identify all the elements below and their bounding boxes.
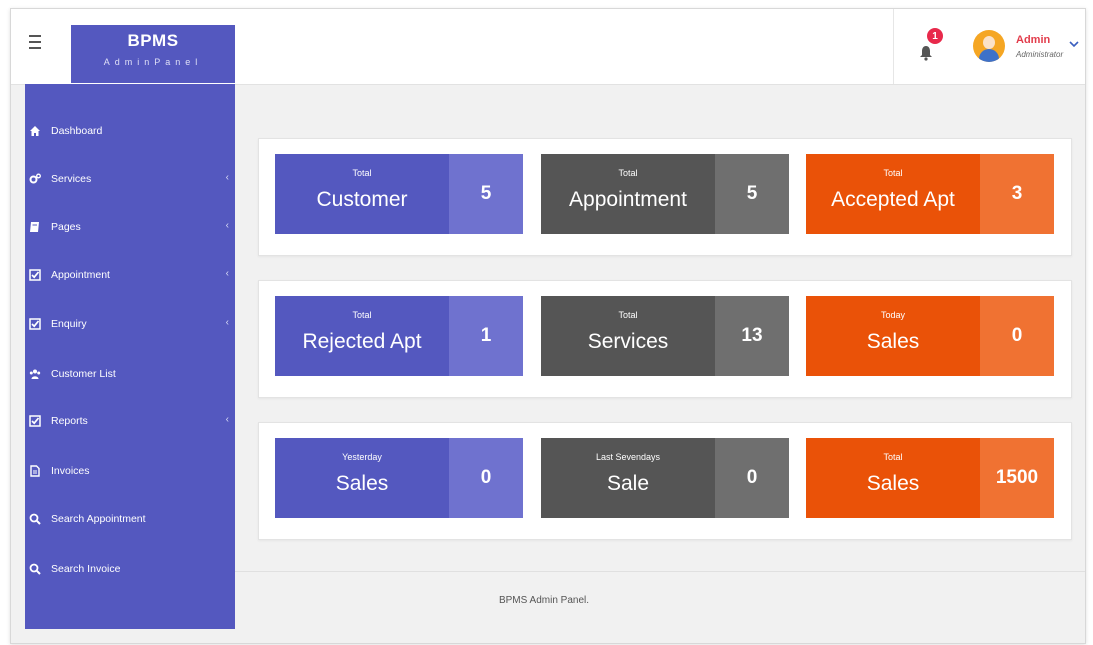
chevron-left-icon: ‹ bbox=[225, 317, 229, 328]
stat-card-title: Sale bbox=[606, 472, 650, 495]
stat-card-value: 13 bbox=[715, 296, 789, 376]
cogs-icon bbox=[29, 173, 41, 185]
sidebar-item-enquiry[interactable]: Enquiry ‹ bbox=[25, 313, 235, 335]
stat-card-caption: Yesterday bbox=[342, 452, 382, 462]
sidebar-item-label: Enquiry bbox=[51, 318, 87, 330]
sidebar-item-search-appointment[interactable]: Search Appointment bbox=[25, 508, 235, 530]
stat-card-caption: Total bbox=[883, 168, 903, 178]
sidebar: Dashboard Services ‹ Pages ‹ Appointment… bbox=[25, 84, 235, 629]
stat-card-caption: Last Sevendays bbox=[595, 452, 661, 462]
stat-card-value: 0 bbox=[715, 438, 789, 518]
sidebar-item-search-invoice[interactable]: Search Invoice bbox=[25, 558, 235, 580]
stats-panel-2: Total Rejected Apt 1 Total Services 13 Tod… bbox=[258, 280, 1072, 398]
stat-card-total-sales[interactable]: Total Sales 1500 bbox=[806, 438, 1054, 518]
sidebar-item-invoices[interactable]: Invoices bbox=[25, 460, 235, 482]
sidebar-item-label: Search Appointment bbox=[51, 513, 146, 525]
check-square-icon bbox=[29, 318, 41, 330]
stat-card-title: Appointment bbox=[569, 188, 687, 211]
stat-card-value: 1 bbox=[449, 296, 523, 376]
sidebar-item-label: Reports bbox=[51, 415, 88, 427]
sidebar-item-label: Search Invoice bbox=[51, 563, 121, 575]
sidebar-item-label: Invoices bbox=[51, 465, 90, 477]
chevron-left-icon: ‹ bbox=[225, 268, 229, 279]
app-window: BPMS AdminPanel 1 Admin Administrator Da… bbox=[10, 8, 1086, 644]
sidebar-item-appointment[interactable]: Appointment ‹ bbox=[25, 264, 235, 286]
footer-text: BPMS Admin Panel. bbox=[498, 595, 590, 606]
stat-card-caption: Total bbox=[883, 452, 903, 462]
book-icon bbox=[29, 221, 41, 233]
header-divider bbox=[893, 9, 894, 84]
stat-card-total-customer[interactable]: Total Customer 5 bbox=[275, 154, 523, 234]
users-icon bbox=[29, 368, 41, 380]
menu-toggle-icon[interactable] bbox=[23, 29, 49, 55]
stat-card-value: 0 bbox=[449, 438, 523, 518]
sidebar-item-label: Dashboard bbox=[51, 125, 103, 137]
home-icon bbox=[29, 125, 41, 137]
brand-logo[interactable]: BPMS AdminPanel bbox=[71, 25, 235, 83]
bell-icon[interactable] bbox=[919, 45, 933, 61]
stat-card-title: Rejected Apt bbox=[302, 330, 422, 353]
stat-card-value: 0 bbox=[980, 296, 1054, 376]
stat-card-total-rejected-apt[interactable]: Total Rejected Apt 1 bbox=[275, 296, 523, 376]
file-icon bbox=[29, 465, 41, 477]
stat-card-caption: Total bbox=[352, 310, 372, 320]
brand-subtitle: AdminPanel bbox=[103, 57, 203, 67]
stat-card-value: 5 bbox=[449, 154, 523, 234]
sidebar-item-services[interactable]: Services ‹ bbox=[25, 168, 235, 190]
stat-card-caption: Today bbox=[880, 310, 906, 320]
stat-card-value: 5 bbox=[715, 154, 789, 234]
stat-card-total-accepted-apt[interactable]: Total Accepted Apt 3 bbox=[806, 154, 1054, 234]
top-header: BPMS AdminPanel 1 Admin Administrator bbox=[11, 9, 1085, 85]
stat-card-total-services[interactable]: Total Services 13 bbox=[541, 296, 789, 376]
chevron-down-icon[interactable] bbox=[1069, 39, 1079, 49]
stat-card-title: Sales bbox=[335, 472, 389, 495]
notification-badge: 1 bbox=[927, 28, 943, 44]
check-square-icon bbox=[29, 415, 41, 427]
stat-card-title: Services bbox=[587, 330, 669, 353]
stat-card-title: Customer bbox=[316, 188, 408, 211]
stat-card-value: 3 bbox=[980, 154, 1054, 234]
stat-card-title: Sales bbox=[866, 330, 920, 353]
chevron-left-icon: ‹ bbox=[225, 172, 229, 183]
sidebar-item-label: Services bbox=[51, 173, 92, 185]
stat-card-value: 1500 bbox=[980, 438, 1054, 518]
stat-card-caption: Total bbox=[618, 310, 638, 320]
stat-card-caption: Total bbox=[352, 168, 372, 178]
stat-card-title: Accepted Apt bbox=[831, 188, 955, 211]
brand-title: BPMS bbox=[127, 31, 179, 50]
stat-card-caption: Total bbox=[618, 168, 638, 178]
stats-panel-1: Total Customer 5 Total Appointment 5 Total… bbox=[258, 138, 1072, 256]
stat-card-total-appointment[interactable]: Total Appointment 5 bbox=[541, 154, 789, 234]
search-icon bbox=[29, 513, 41, 525]
stats-panel-3: Yesterday Sales 0 Last Sevendays Sale 0 To… bbox=[258, 422, 1072, 540]
chevron-left-icon: ‹ bbox=[225, 220, 229, 231]
sidebar-item-label: Appointment bbox=[51, 269, 110, 281]
stat-card-today-sales[interactable]: Today Sales 0 bbox=[806, 296, 1054, 376]
sidebar-item-pages[interactable]: Pages ‹ bbox=[25, 216, 235, 238]
sidebar-item-dashboard[interactable]: Dashboard bbox=[25, 120, 235, 142]
stat-card-yesterday-sales[interactable]: Yesterday Sales 0 bbox=[275, 438, 523, 518]
stat-card-title: Sales bbox=[866, 472, 920, 495]
search-icon bbox=[29, 563, 41, 575]
sidebar-item-label: Customer List bbox=[51, 368, 116, 380]
sidebar-item-label: Pages bbox=[51, 221, 81, 233]
avatar[interactable] bbox=[973, 30, 1005, 62]
user-name[interactable]: Admin bbox=[1016, 34, 1050, 46]
chevron-left-icon: ‹ bbox=[225, 414, 229, 425]
footer-divider bbox=[235, 571, 1085, 572]
sidebar-item-customer-list[interactable]: Customer List bbox=[25, 363, 235, 385]
check-square-icon bbox=[29, 269, 41, 281]
stat-card-last-sevendays-sale[interactable]: Last Sevendays Sale 0 bbox=[541, 438, 789, 518]
user-role: Administrator bbox=[1016, 50, 1064, 59]
sidebar-item-reports[interactable]: Reports ‹ bbox=[25, 410, 235, 432]
